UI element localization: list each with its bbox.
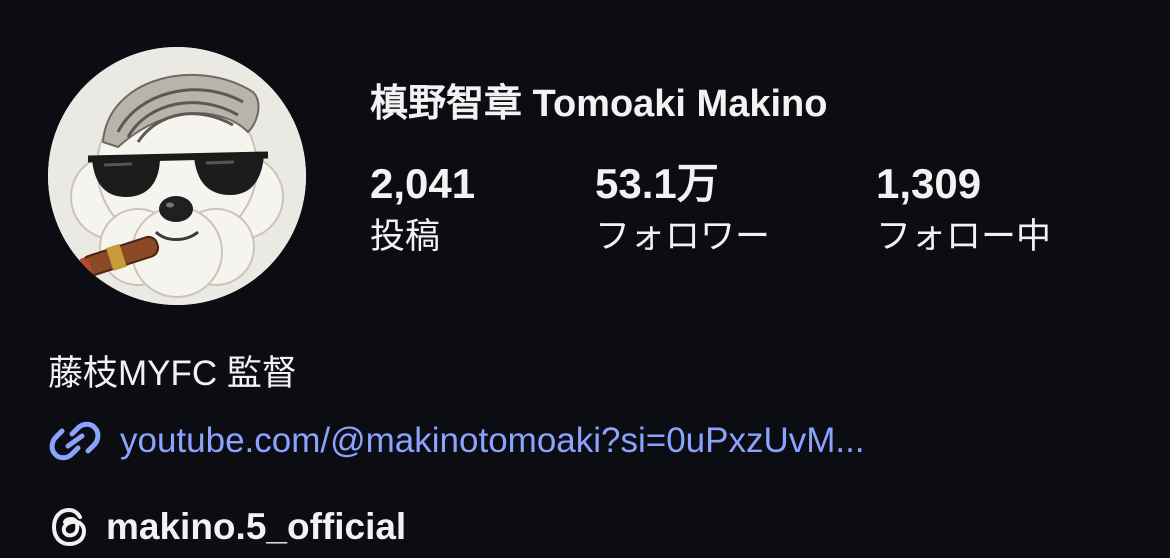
posts-stat[interactable]: 2,041 投稿	[370, 158, 475, 260]
threads-handle: makino.5_official	[106, 506, 407, 547]
following-label: フォロー中	[876, 217, 1052, 256]
followers-count: 53.1万	[595, 160, 719, 207]
profile-avatar[interactable]	[48, 47, 306, 305]
following-count: 1,309	[876, 160, 982, 207]
profile-bio: 藤枝MYFC 監督	[48, 354, 297, 393]
poodle-avatar-icon	[48, 47, 306, 305]
followers-stat[interactable]: 53.1万 フォロワー	[595, 158, 770, 260]
posts-label: 投稿	[370, 217, 441, 256]
profile-display-name: 槙野智章 Tomoaki Makino	[370, 83, 828, 125]
profile-link-text[interactable]: youtube.com/@makinotomoaki?si=0uPxzUvM..…	[120, 421, 865, 461]
posts-count: 2,041	[370, 160, 476, 207]
threads-icon	[51, 507, 87, 547]
threads-badge[interactable]: makino.5_official	[48, 502, 406, 552]
link-icon	[49, 421, 101, 461]
profile-link[interactable]: youtube.com/@makinotomoaki?si=0uPxzUvM..…	[48, 415, 865, 467]
followers-label: フォロワー	[595, 217, 771, 256]
following-stat[interactable]: 1,309 フォロー中	[876, 158, 1051, 260]
